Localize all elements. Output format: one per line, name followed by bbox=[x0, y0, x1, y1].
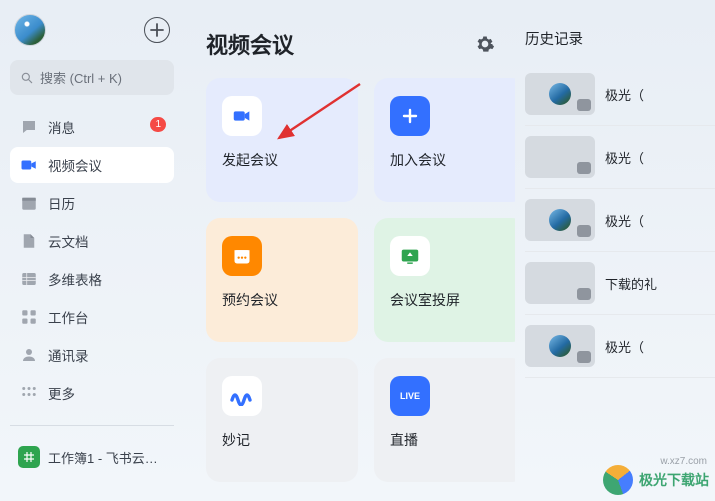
history-item[interactable]: 极光（ bbox=[525, 63, 715, 126]
history-label: 极光（ bbox=[605, 148, 644, 167]
nav: 消息 1 视频会议 日历 云文档 bbox=[10, 109, 174, 411]
sidebar-item-more[interactable]: 更多 bbox=[10, 375, 174, 411]
camera-icon bbox=[222, 96, 262, 136]
sidebar-item-label: 工作台 bbox=[48, 307, 89, 327]
sidebar-item-contacts[interactable]: 通讯录 bbox=[10, 337, 174, 373]
minutes-card[interactable]: 妙记 bbox=[206, 358, 358, 482]
history-label: 极光（ bbox=[605, 337, 644, 356]
docs-icon bbox=[20, 232, 38, 250]
card-label: 会议室投屏 bbox=[390, 290, 510, 310]
video-icon bbox=[20, 156, 38, 174]
history-item[interactable]: 下载的礼 bbox=[525, 252, 715, 315]
history-list: 极光（ 极光（ 极光（ 下载的礼 极光（ bbox=[525, 63, 715, 378]
watermark: 极光下载站 bbox=[603, 465, 709, 495]
card-label: 妙记 bbox=[222, 430, 342, 450]
calendar-plus-icon bbox=[222, 236, 262, 276]
history-label: 下载的礼 bbox=[605, 274, 657, 293]
start-meeting-card[interactable]: 发起会议 bbox=[206, 78, 358, 202]
history-item[interactable]: 极光（ bbox=[525, 315, 715, 378]
cast-icon bbox=[390, 236, 430, 276]
history-thumb bbox=[525, 73, 595, 115]
sidebar-item-label: 更多 bbox=[48, 383, 75, 403]
add-button[interactable] bbox=[144, 17, 170, 43]
watermark-icon bbox=[603, 465, 633, 495]
live-card[interactable]: LIVE 直播 bbox=[374, 358, 515, 482]
schedule-meeting-card[interactable]: 预约会议 bbox=[206, 218, 358, 342]
history-label: 极光（ bbox=[605, 85, 644, 104]
history-thumb bbox=[525, 136, 595, 178]
chat-icon bbox=[20, 118, 38, 136]
sidebar-item-video[interactable]: 视频会议 bbox=[10, 147, 174, 183]
history-item[interactable]: 极光（ bbox=[525, 189, 715, 252]
meeting-cards: 发起会议 加入会议 预约会议 会议室投屏 bbox=[206, 78, 515, 490]
main-panel: 视频会议 发起会议 加入会议 预约会议 bbox=[184, 0, 515, 501]
calendar-icon bbox=[20, 194, 38, 212]
base-icon bbox=[20, 270, 38, 288]
sidebar-item-label: 云文档 bbox=[48, 231, 89, 251]
history-thumb bbox=[525, 325, 595, 367]
workbook-label: 工作簿1 - 飞书云… bbox=[48, 448, 158, 467]
live-icon: LIVE bbox=[390, 376, 430, 416]
sidebar-item-calendar[interactable]: 日历 bbox=[10, 185, 174, 221]
history-label: 极光（ bbox=[605, 211, 644, 230]
history-title: 历史记录 bbox=[525, 28, 715, 49]
card-label: 预约会议 bbox=[222, 290, 342, 310]
settings-button[interactable] bbox=[473, 32, 497, 56]
user-avatar[interactable] bbox=[14, 14, 46, 46]
sidebar-item-label: 消息 bbox=[48, 117, 75, 137]
card-label: 发起会议 bbox=[222, 150, 342, 170]
search-icon bbox=[20, 71, 34, 85]
join-meeting-card[interactable]: 加入会议 bbox=[374, 78, 515, 202]
search-input[interactable]: 搜索 (Ctrl + K) bbox=[10, 60, 174, 95]
workbook-item[interactable]: 工作簿1 - 飞书云… bbox=[10, 440, 174, 474]
plus-square-icon bbox=[390, 96, 430, 136]
history-thumb bbox=[525, 262, 595, 304]
history-thumb bbox=[525, 199, 595, 241]
unread-badge: 1 bbox=[150, 117, 166, 132]
sidebar-item-label: 通讯录 bbox=[48, 345, 89, 365]
spreadsheet-icon bbox=[18, 446, 40, 468]
page-title: 视频会议 bbox=[206, 28, 294, 60]
sidebar-item-messages[interactable]: 消息 1 bbox=[10, 109, 174, 145]
contacts-icon bbox=[20, 346, 38, 364]
search-placeholder: 搜索 (Ctrl + K) bbox=[40, 68, 122, 87]
sidebar-item-label: 多维表格 bbox=[48, 269, 102, 289]
divider bbox=[10, 425, 174, 426]
history-item[interactable]: 极光（ bbox=[525, 126, 715, 189]
history-panel: 历史记录 极光（ 极光（ 极光（ 下载的礼 极光（ bbox=[515, 0, 715, 501]
sidebar-item-label: 日历 bbox=[48, 193, 75, 213]
sidebar-item-label: 视频会议 bbox=[48, 155, 102, 175]
live-badge-text: LIVE bbox=[400, 391, 420, 401]
sidebar-item-workplace[interactable]: 工作台 bbox=[10, 299, 174, 335]
more-icon bbox=[20, 384, 38, 402]
plus-icon bbox=[150, 23, 164, 37]
sidebar: 搜索 (Ctrl + K) 消息 1 视频会议 日历 bbox=[0, 0, 184, 501]
workplace-icon bbox=[20, 308, 38, 326]
sidebar-item-docs[interactable]: 云文档 bbox=[10, 223, 174, 259]
sidebar-item-base[interactable]: 多维表格 bbox=[10, 261, 174, 297]
card-label: 加入会议 bbox=[390, 150, 510, 170]
card-label: 直播 bbox=[390, 430, 510, 450]
gear-icon bbox=[475, 34, 495, 54]
minutes-icon bbox=[222, 376, 262, 416]
cast-screen-card[interactable]: 会议室投屏 bbox=[374, 218, 515, 342]
watermark-text: 极光下载站 bbox=[639, 470, 709, 490]
